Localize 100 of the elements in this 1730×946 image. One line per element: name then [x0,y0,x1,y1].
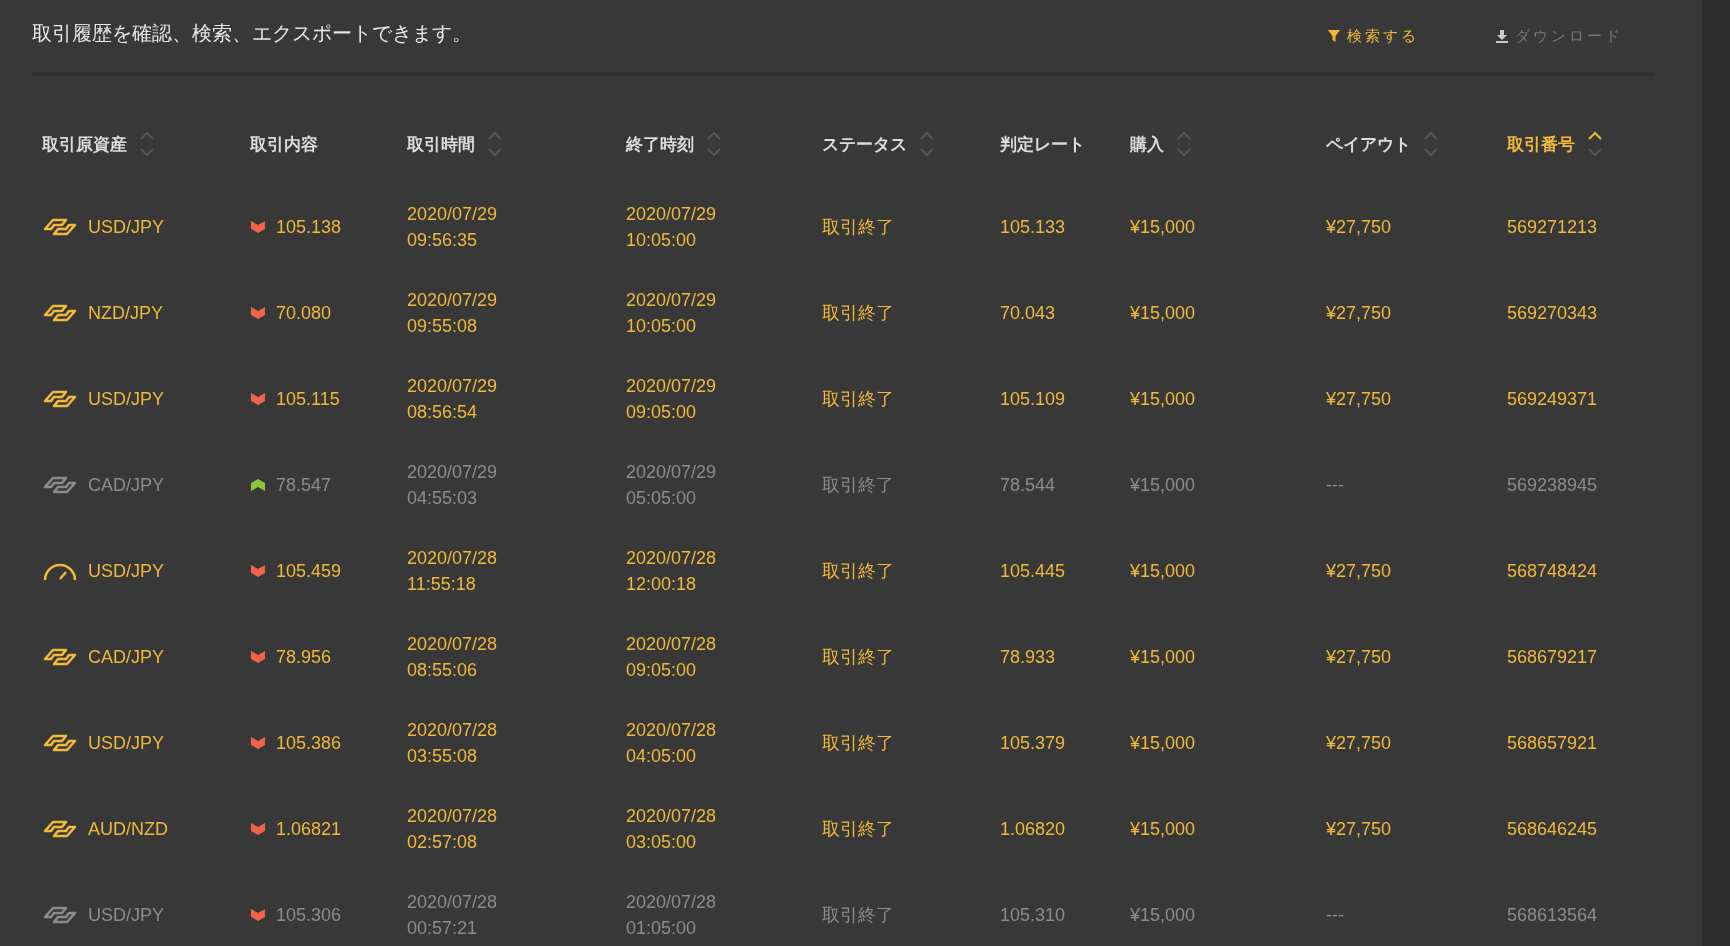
exchange-icon [42,732,78,754]
status-text: 取引終了 [822,388,894,411]
settlement-rate: 105.379 [1000,732,1066,754]
column-header[interactable]: ペイアウト [1326,130,1439,158]
status-text: 取引終了 [822,732,894,755]
purchase-amount: ¥15,000 [1130,302,1196,324]
asset-name: USD/JPY [88,388,165,410]
status-text: 取引終了 [822,818,894,841]
column-header[interactable]: ステータス [822,130,935,158]
trade-time: 2020/07/28 03:55:08 [407,719,498,768]
exchange-icon [42,302,78,324]
exchange-icon [42,216,78,238]
payout-amount: --- [1326,904,1344,926]
exchange-icon [42,904,78,926]
payout-amount: ¥27,750 [1326,388,1392,410]
status-text: 取引終了 [822,216,894,239]
status-text: 取引終了 [822,646,894,669]
sort-icon [1587,130,1603,158]
payout-amount: ¥27,750 [1326,216,1392,238]
entry-rate: 105.138 [276,216,342,238]
end-time: 2020/07/29 10:05:00 [626,289,717,338]
filter-button[interactable]: 検索する [1327,26,1419,46]
filter-icon [1327,29,1341,43]
trade-id: 569270343 [1507,302,1598,324]
purchase-amount: ¥15,000 [1130,560,1196,582]
trade-id: 568657921 [1507,732,1598,754]
end-time: 2020/07/28 01:05:00 [626,891,717,940]
asset-name: USD/JPY [88,216,165,238]
column-header[interactable]: 取引時間 [407,130,503,158]
end-time: 2020/07/29 05:05:00 [626,461,717,510]
purchase-amount: ¥15,000 [1130,646,1196,668]
end-time: 2020/07/28 03:05:00 [626,805,717,854]
entry-rate: 105.386 [276,732,342,754]
trade-id: 568613564 [1507,904,1598,926]
purchase-amount: ¥15,000 [1130,818,1196,840]
trade-id: 568679217 [1507,646,1598,668]
trade-time: 2020/07/28 00:57:21 [407,891,498,940]
status-text: 取引終了 [822,904,894,927]
status-text: 取引終了 [822,302,894,325]
settlement-rate: 105.445 [1000,560,1066,582]
entry-rate: 105.115 [276,388,340,410]
settlement-rate: 78.544 [1000,474,1056,496]
purchase-amount: ¥15,000 [1130,216,1196,238]
trade-time: 2020/07/29 08:56:54 [407,375,498,424]
end-time: 2020/07/28 09:05:00 [626,633,717,682]
trade-id: 568748424 [1507,560,1598,582]
sort-icon [919,130,935,158]
payout-amount: ¥27,750 [1326,560,1392,582]
payout-amount: ¥27,750 [1326,732,1392,754]
entry-rate: 1.06821 [276,818,342,840]
column-header[interactable]: 購入 [1130,130,1192,158]
settlement-rate: 1.06820 [1000,818,1066,840]
settlement-rate: 78.933 [1000,646,1056,668]
end-time: 2020/07/28 12:00:18 [626,547,717,596]
trade-id: 569238945 [1507,474,1598,496]
trade-time: 2020/07/29 09:56:35 [407,203,498,252]
sort-icon [139,130,155,158]
trade-time: 2020/07/28 11:55:18 [407,547,498,596]
purchase-amount: ¥15,000 [1130,388,1196,410]
settlement-rate: 105.133 [1000,216,1066,238]
payout-amount: ¥27,750 [1326,646,1392,668]
trade-time: 2020/07/28 02:57:08 [407,805,498,854]
column-header[interactable]: 取引内容 [250,132,318,156]
entry-rate: 70.080 [276,302,332,324]
asset-name: USD/JPY [88,732,165,754]
sort-icon [1423,130,1439,158]
entry-rate: 78.547 [276,474,332,496]
trade-id: 568646245 [1507,818,1598,840]
settlement-rate: 70.043 [1000,302,1056,324]
exchange-icon [42,388,78,410]
trade-id: 569271213 [1507,216,1598,238]
trade-time: 2020/07/29 09:55:08 [407,289,498,338]
status-text: 取引終了 [822,560,894,583]
exchange-icon [42,818,78,840]
sort-icon [487,130,503,158]
trade-time: 2020/07/29 04:55:03 [407,461,498,510]
purchase-amount: ¥15,000 [1130,732,1196,754]
entry-rate: 105.306 [276,904,342,926]
column-header[interactable]: 終了時刻 [626,130,722,158]
page-description: 取引履歴を確認、検索、エクスポートできます。 [32,20,473,46]
column-header[interactable]: 判定レート [1000,132,1085,156]
column-header[interactable]: 取引番号 [1507,130,1603,158]
exchange-icon [42,646,78,668]
download-icon [1495,29,1509,43]
end-time: 2020/07/29 10:05:00 [626,203,717,252]
payout-amount: ¥27,750 [1326,302,1392,324]
entry-rate: 78.956 [276,646,332,668]
asset-name: NZD/JPY [88,302,163,324]
settlement-rate: 105.310 [1000,904,1066,926]
sort-icon [1176,130,1192,158]
purchase-amount: ¥15,000 [1130,474,1196,496]
column-header[interactable]: 取引原資産 [42,130,155,158]
exchange-icon [42,474,78,496]
sort-icon [706,130,722,158]
purchase-amount: ¥15,000 [1130,904,1196,926]
status-text: 取引終了 [822,474,894,497]
settlement-rate: 105.109 [1000,388,1066,410]
trade-id: 569249371 [1507,388,1598,410]
asset-name: USD/JPY [88,904,165,926]
end-time: 2020/07/29 09:05:00 [626,375,717,424]
